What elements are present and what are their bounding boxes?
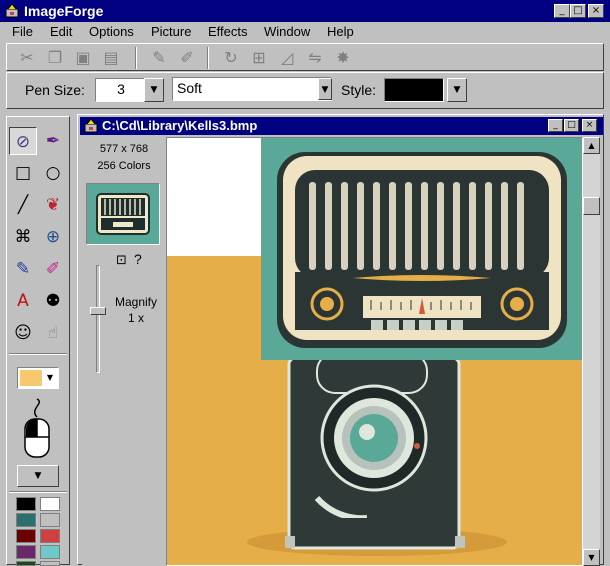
paste-icon[interactable]: ▣ [71, 46, 95, 70]
paste-new-icon[interactable]: ▤ [99, 46, 123, 70]
pen-size-dropdown-button[interactable]: ▼ [144, 78, 164, 102]
menu-file[interactable]: File [12, 24, 33, 39]
toolbar: ✂ ❐ ▣ ▤ ✎ ✐ ↻ ⊞ ◿ ⇋ ✸ [6, 43, 604, 71]
pen-style-field[interactable]: Soft [172, 77, 332, 101]
color-swatch-white[interactable] [40, 497, 60, 511]
palette-divider [9, 491, 67, 493]
close-button[interactable]: × [588, 4, 604, 18]
toolbar-separator [135, 47, 137, 69]
menu-picture[interactable]: Picture [151, 24, 191, 39]
color-swatch-teal[interactable] [16, 513, 36, 527]
document-titlebar[interactable]: C:\Cd\Library\Kells3.bmp _ □ × [80, 117, 603, 135]
cut-icon[interactable]: ✂ [15, 46, 39, 70]
image-thumbnail[interactable] [86, 183, 160, 245]
fit-window-icon[interactable]: ⊡ [116, 253, 134, 269]
document-icon[interactable] [83, 118, 99, 134]
menu-effects[interactable]: Effects [208, 24, 248, 39]
pipette-icon[interactable]: ✒ [39, 127, 67, 155]
color-swatch-purple[interactable] [16, 545, 36, 559]
ellipse-icon[interactable]: ○ [39, 159, 67, 187]
app-titlebar[interactable]: ImageForge _ □ × [0, 0, 610, 22]
mouse-button-dropdown[interactable]: ▼ [17, 465, 59, 487]
style-color-swatch[interactable] [384, 78, 444, 102]
doc-close-button[interactable]: × [582, 119, 597, 132]
color-dropdown-arrow-icon[interactable]: ▼ [44, 370, 56, 386]
copy-icon[interactable]: ❐ [43, 46, 67, 70]
color-swatch-green[interactable] [16, 561, 36, 566]
style-dropdown-button[interactable]: ▼ [447, 78, 467, 102]
menu-options[interactable]: Options [89, 24, 134, 39]
mouse-buttons-icon[interactable] [17, 397, 57, 464]
document-window: C:\Cd\Library\Kells3.bmp _ □ × 577 x 768… [77, 114, 604, 566]
magnify-label: Magnify [114, 295, 158, 309]
people-icon[interactable]: ⚉ [39, 287, 67, 315]
menu-help[interactable]: Help [327, 24, 354, 39]
eraser-icon[interactable]: ✐ [39, 255, 67, 283]
scroll-up-button[interactable]: ▲ [583, 137, 600, 154]
magnify-slider-track[interactable] [96, 265, 100, 373]
magnify-value: 1 x [127, 311, 144, 325]
document-title: C:\Cd\Library\Kells3.bmp [102, 118, 258, 133]
pen-size-field[interactable]: 3 [95, 78, 147, 102]
line-icon[interactable]: ╱ [9, 191, 37, 219]
image-canvas[interactable] [166, 137, 583, 566]
pen-icon[interactable]: ✎ [147, 46, 171, 70]
flip-icon[interactable]: ⇋ [303, 46, 327, 70]
scroll-thumb[interactable] [583, 197, 600, 215]
text-icon[interactable]: A [9, 287, 37, 315]
skew-icon[interactable]: ◿ [275, 46, 299, 70]
image-info-panel: 577 x 768 256 Colors ⊡ ? Magnify 1 x [82, 137, 166, 566]
palette-divider [9, 353, 67, 355]
canvas-image [167, 138, 582, 565]
resize-icon[interactable]: ⊞ [247, 46, 271, 70]
doc-minimize-button[interactable]: _ [548, 119, 563, 132]
doc-maximize-button[interactable]: □ [564, 119, 579, 132]
pen-style-dropdown-button[interactable]: ▼ [318, 78, 332, 100]
color-swatch-silver[interactable] [40, 561, 60, 566]
primary-color-selector[interactable]: ▼ [17, 367, 59, 389]
primary-color-swatch [20, 370, 42, 386]
tool-palette: ⊘ ✒ □ ○ ╱ ❦ ⌘ ⊕ ✎ ✐ A ⚉ ☺ ☝ ▼ ▼ [6, 116, 70, 566]
menu-bar: File Edit Options Picture Effects Window… [0, 22, 610, 42]
image-dimensions: 577 x 768 [99, 143, 149, 155]
sharpen-icon[interactable]: ✸ [331, 46, 355, 70]
color-swatch-cyan[interactable] [40, 545, 60, 559]
zoom-icon[interactable]: ⊕ [39, 223, 67, 251]
toolbar-separator [207, 47, 209, 69]
radio-illustration [261, 138, 582, 360]
image-color-depth: 256 Colors [97, 160, 151, 172]
hand-icon[interactable]: ☝ [39, 319, 67, 347]
magnify-slider-thumb[interactable] [90, 307, 106, 315]
rotate-icon[interactable]: ↻ [219, 46, 243, 70]
help-icon[interactable]: ? [134, 251, 150, 269]
maximize-button[interactable]: □ [570, 4, 586, 18]
app-title: ImageForge [24, 3, 104, 19]
pen-options-bar: Pen Size: 3 ▼ Soft ▼ Style: ▼ [6, 72, 604, 109]
scroll-down-button[interactable]: ▼ [583, 549, 600, 566]
brush-icon[interactable]: ✎ [9, 255, 37, 283]
style-label: Style: [341, 82, 377, 98]
pen-size-label: Pen Size: [25, 82, 85, 98]
brush-icon[interactable]: ✐ [175, 46, 199, 70]
menu-edit[interactable]: Edit [50, 24, 72, 39]
eyedropper-icon[interactable]: ⊘ [9, 127, 37, 155]
face-icon[interactable]: ☺ [9, 319, 37, 347]
rectangle-icon[interactable]: □ [9, 159, 37, 187]
spray-icon[interactable]: ❦ [39, 191, 67, 219]
app-icon[interactable] [4, 3, 20, 19]
camera-illustration [285, 352, 465, 550]
menu-window[interactable]: Window [264, 24, 310, 39]
vertical-scrollbar[interactable]: ▲ ▼ [583, 137, 600, 566]
color-swatch-red[interactable] [40, 529, 60, 543]
color-swatch-gray[interactable] [40, 513, 60, 527]
clone-icon[interactable]: ⌘ [9, 223, 37, 251]
minimize-button[interactable]: _ [554, 4, 570, 18]
color-swatch-maroon[interactable] [16, 529, 36, 543]
color-swatch-black[interactable] [16, 497, 36, 511]
